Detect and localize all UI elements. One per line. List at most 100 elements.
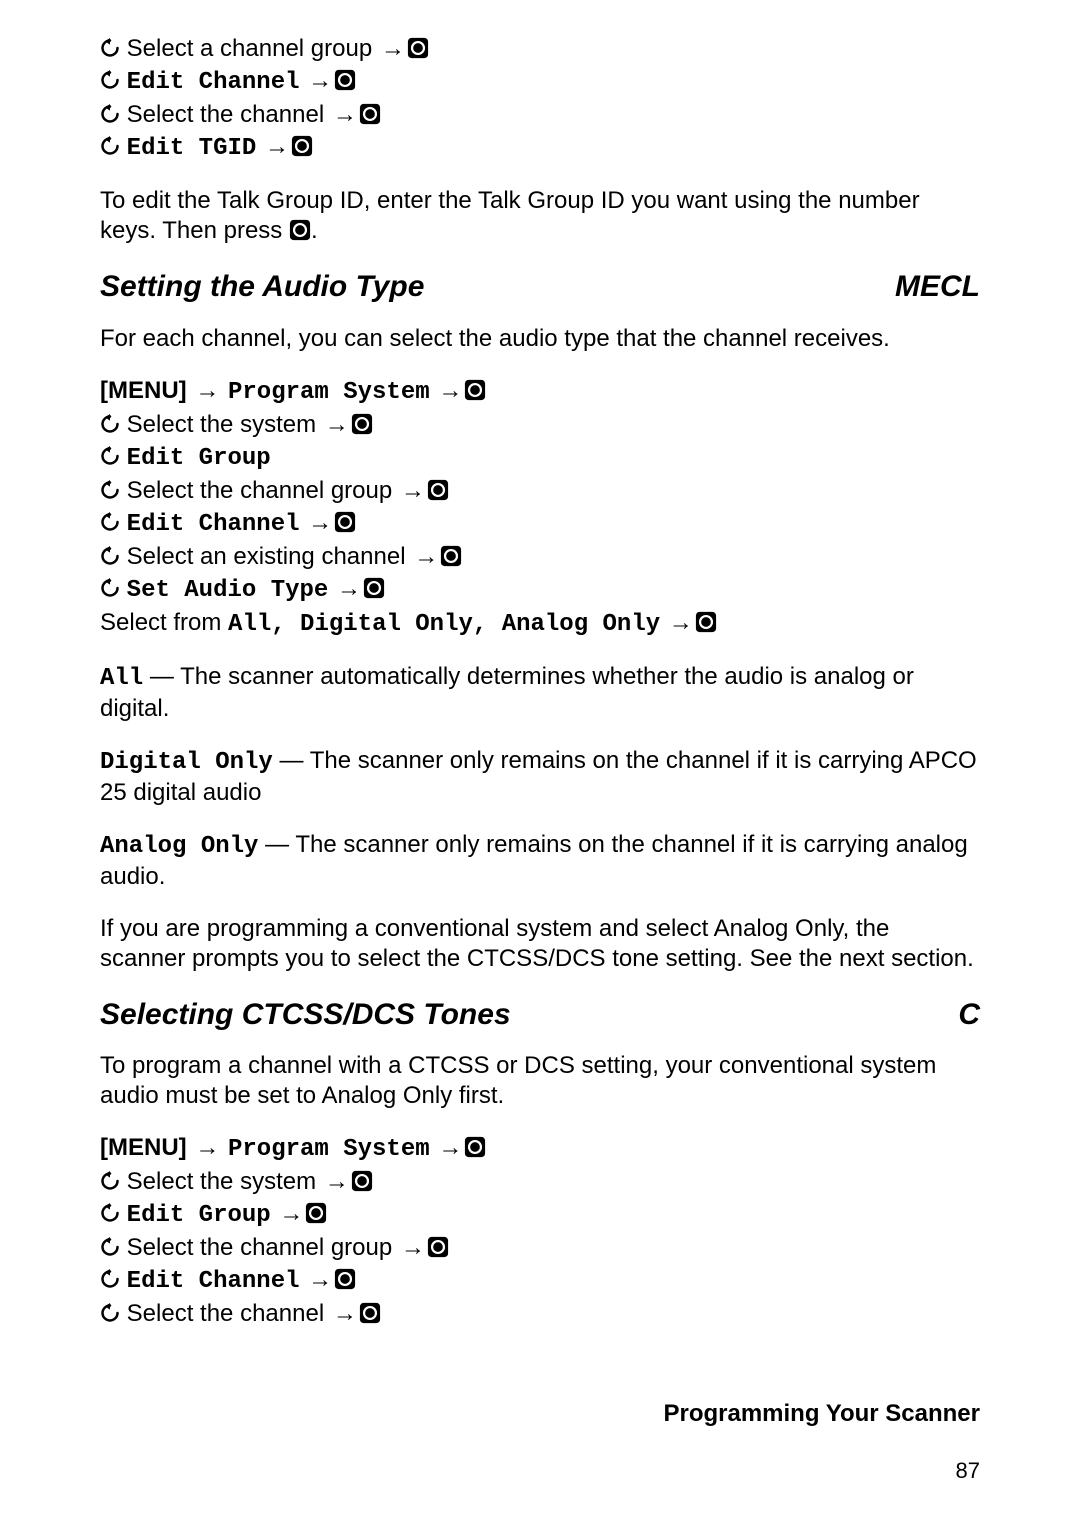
section-tag: C: [958, 996, 980, 1034]
section-heading-audio-type: Setting the Audio Type MECL: [100, 268, 980, 306]
step-text: Edit Channel: [127, 1268, 300, 1295]
step-row: Select the channel group →: [100, 476, 980, 506]
scroll-icon: [100, 1203, 120, 1223]
section-title: Selecting CTCSS/DCS Tones: [100, 996, 511, 1034]
menu-label: [MENU]: [100, 377, 187, 404]
step-row: Select the system →: [100, 1167, 980, 1197]
scroll-icon: [100, 446, 120, 466]
enter-icon: [289, 219, 311, 241]
intro-steps: Select a channel group → Edit Channel → …: [100, 34, 980, 164]
step-text: Select the channel group: [127, 1234, 393, 1261]
enter-icon: [464, 1136, 486, 1158]
menu-item: Program System: [228, 1136, 430, 1163]
arrow-icon: →: [193, 1134, 221, 1161]
enter-icon: [334, 511, 356, 533]
step-row: Edit Channel →: [100, 1265, 980, 1297]
arrow-icon: →: [193, 377, 221, 404]
enter-icon: [334, 1268, 356, 1290]
page-number: 87: [100, 1457, 980, 1485]
step-row: Edit Group: [100, 442, 980, 474]
option-all: All — The scanner automatically determin…: [100, 662, 980, 724]
menu-row: [MENU] → Program System →: [100, 1133, 980, 1165]
enter-icon: [464, 379, 486, 401]
step-text: Edit Group: [127, 1202, 271, 1229]
footer-section-title: Programming Your Scanner: [100, 1399, 980, 1429]
enter-icon: [695, 611, 717, 633]
step-row: Select the system →: [100, 410, 980, 440]
arrow-icon: →: [306, 1266, 334, 1293]
section2-steps: [MENU] → Program System → Select the sys…: [100, 1133, 980, 1329]
arrow-icon: →: [436, 377, 464, 404]
scroll-icon: [100, 546, 120, 566]
enter-icon: [363, 577, 385, 599]
step-row: Select an existing channel →: [100, 542, 980, 572]
menu-item: Program System: [228, 379, 430, 406]
section1-steps: [MENU] → Program System → Select the sys…: [100, 376, 980, 640]
scroll-icon: [100, 512, 120, 532]
step-text: Edit Channel: [127, 69, 300, 96]
step-row: Select the channel group →: [100, 1233, 980, 1263]
step-text: Select a channel group: [127, 35, 373, 62]
enter-icon: [440, 545, 462, 567]
arrow-icon: →: [335, 575, 363, 602]
step-row: Edit TGID →: [100, 132, 980, 164]
arrow-icon: →: [306, 67, 334, 94]
enter-icon: [334, 69, 356, 91]
menu-row: [MENU] → Program System →: [100, 376, 980, 408]
enter-icon: [407, 37, 429, 59]
arrow-icon: →: [323, 1168, 351, 1195]
step-text: Select the system: [127, 1168, 316, 1195]
arrow-icon: →: [399, 1234, 427, 1261]
menu-label: [MENU]: [100, 1134, 187, 1161]
step-row: Select the channel →: [100, 100, 980, 130]
scroll-icon: [100, 1303, 120, 1323]
arrow-icon: →: [379, 35, 407, 62]
step-text: Edit Group: [127, 445, 271, 472]
arrow-icon: →: [667, 609, 695, 636]
enter-icon: [351, 413, 373, 435]
step-row: Select the channel →: [100, 1299, 980, 1329]
step-row: Edit Channel →: [100, 508, 980, 540]
arrow-icon: →: [436, 1134, 464, 1161]
step-text: Select the channel: [127, 1300, 324, 1327]
step-row: Set Audio Type →: [100, 574, 980, 606]
scroll-icon: [100, 480, 120, 500]
section-tag: MECL: [895, 268, 980, 306]
section2-lead: To program a channel with a CTCSS or DCS…: [100, 1051, 980, 1111]
enter-icon: [305, 1202, 327, 1224]
scroll-icon: [100, 70, 120, 90]
scroll-icon: [100, 1269, 120, 1289]
step-text: Select the channel group: [127, 477, 393, 504]
arrow-icon: →: [331, 101, 359, 128]
scroll-icon: [100, 578, 120, 598]
step-text: Edit TGID: [127, 135, 257, 162]
arrow-icon: →: [263, 133, 291, 160]
enter-icon: [351, 1170, 373, 1192]
enter-icon: [427, 479, 449, 501]
scroll-icon: [100, 1171, 120, 1191]
enter-icon: [291, 135, 313, 157]
enter-icon: [359, 1302, 381, 1324]
arrow-icon: →: [306, 509, 334, 536]
section-heading-ctcss: Selecting CTCSS/DCS Tones C: [100, 996, 980, 1034]
section-title: Setting the Audio Type: [100, 268, 424, 306]
section1-lead: For each channel, you can select the aud…: [100, 324, 980, 354]
scroll-icon: [100, 104, 120, 124]
step-row: Edit Group →: [100, 1199, 980, 1231]
scroll-icon: [100, 136, 120, 156]
option-analog: Analog Only — The scanner only remains o…: [100, 830, 980, 892]
scroll-icon: [100, 414, 120, 434]
step-text: Set Audio Type: [127, 577, 329, 604]
step-text: Select the system: [127, 411, 316, 438]
scroll-icon: [100, 1237, 120, 1257]
step-row: Select a channel group →: [100, 34, 980, 64]
step-text: Select the channel: [127, 101, 324, 128]
select-from-options: All, Digital Only, Analog Only: [228, 611, 660, 638]
scroll-icon: [100, 38, 120, 58]
arrow-icon: →: [399, 477, 427, 504]
arrow-icon: →: [323, 411, 351, 438]
arrow-icon: →: [412, 543, 440, 570]
section1-note: If you are programming a conventional sy…: [100, 914, 980, 974]
intro-paragraph: To edit the Talk Group ID, enter the Tal…: [100, 186, 980, 246]
select-from-row: Select from All, Digital Only, Analog On…: [100, 608, 980, 640]
